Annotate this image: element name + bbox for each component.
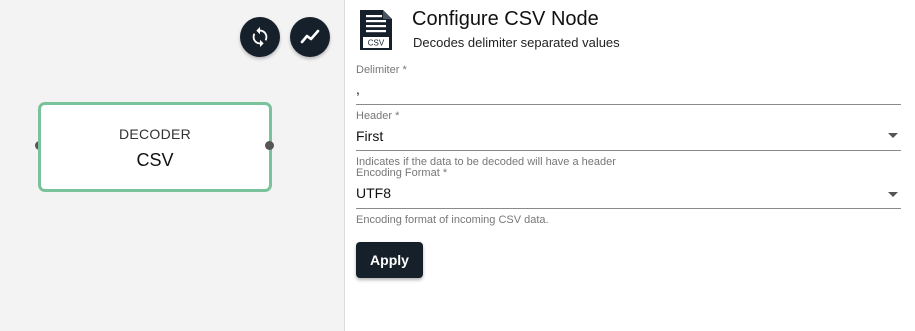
node-output-port[interactable] [265, 141, 274, 150]
csv-file-icon: CSV [360, 10, 392, 50]
chevron-down-icon[interactable] [888, 133, 898, 138]
header-underline [356, 150, 901, 151]
header-select[interactable]: First [356, 128, 383, 144]
panel-subtitle: Decodes delimiter separated values [413, 35, 620, 50]
delimiter-underline [356, 104, 901, 105]
csv-icon-text: CSV [368, 39, 385, 48]
delimiter-input[interactable]: , [356, 81, 360, 97]
chevron-down-icon[interactable] [888, 192, 898, 197]
apply-button[interactable]: Apply [356, 242, 423, 278]
line-chart-icon [300, 29, 320, 44]
line-chart-button[interactable] [290, 17, 330, 57]
encoding-select[interactable]: UTF8 [356, 185, 391, 201]
encoding-label: Encoding Format * [356, 167, 448, 179]
config-panel: CSV Configure CSV Node Decodes delimiter… [345, 0, 915, 331]
refresh-button[interactable] [240, 17, 280, 57]
refresh-icon [252, 26, 268, 48]
encoding-underline [356, 208, 901, 209]
delimiter-label: Delimiter * [356, 64, 407, 76]
header-label: Header * [356, 110, 400, 122]
panel-title: Configure CSV Node [412, 8, 599, 30]
decoder-node[interactable]: DECODER CSV [38, 102, 272, 192]
encoding-hint: Encoding format of incoming CSV data. [356, 214, 549, 226]
node-type-label: DECODER [118, 125, 192, 142]
node-name-label: CSV [136, 149, 174, 170]
flow-canvas[interactable]: DECODER CSV [0, 0, 344, 331]
